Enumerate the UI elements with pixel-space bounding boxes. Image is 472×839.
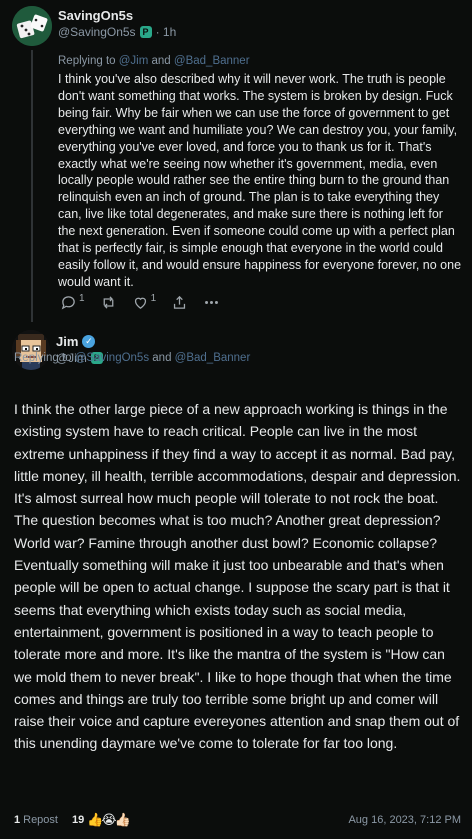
post1-handle[interactable]: @SavingOn5s (58, 25, 136, 39)
like-count: 1 (150, 293, 157, 304)
reply-and: and (152, 352, 172, 364)
mention-link[interactable]: @SavingOn5s (75, 352, 149, 364)
thread-line (31, 50, 33, 322)
post2-replying-to: Replying to @SavingOn5s and @Bad_Banner (14, 352, 250, 364)
post1-handle-row: @SavingOn5s P · 1h (58, 25, 176, 39)
reaction-emojis[interactable]: 👍😭👍🏻 (87, 812, 131, 828)
repost-count[interactable]: 1 (14, 814, 20, 826)
post-jim: Jim ✓ @Jim P Replying to @SavingOn5s and… (0, 324, 472, 839)
reaction-count[interactable]: 19 (72, 814, 84, 826)
like-button[interactable]: 1 (132, 293, 157, 311)
post-savingon5s: SavingOn5s @SavingOn5s P · 1h Replying t… (0, 0, 472, 324)
reply-prefix: Replying to (14, 352, 72, 364)
mention-link[interactable]: @Bad_Banner (174, 55, 250, 67)
post2-name-row: Jim ✓ (56, 334, 96, 349)
repost-icon (103, 296, 113, 309)
post1-display-name[interactable]: SavingOn5s (58, 8, 133, 23)
mention-link[interactable]: @Jim (119, 55, 149, 67)
post2-body: I think the other large piece of a new a… (14, 401, 461, 752)
share-button[interactable] (171, 294, 188, 311)
verified-check-icon: ✓ (82, 335, 96, 348)
reply-prefix: Replying to (58, 55, 116, 67)
reply-icon (61, 296, 75, 310)
post2-footer: 1 Repost 19 👍😭👍🏻 Aug 16, 2023, 7:12 PM (14, 812, 461, 828)
share-icon (174, 295, 186, 309)
reply-button[interactable]: 1 (60, 293, 85, 311)
avatar-dice[interactable] (12, 6, 52, 46)
more-icon (205, 301, 219, 304)
dice-avatar-icon (12, 6, 52, 46)
post1-body: I think you've also described why it wil… (58, 72, 462, 289)
reply-count: 1 (79, 293, 85, 304)
post2-display-name[interactable]: Jim (56, 334, 78, 349)
avatar-jim[interactable] (12, 330, 50, 370)
pixel-face-avatar-icon (12, 330, 50, 370)
post1-action-bar: 1 1 (60, 293, 235, 311)
post1-time: · 1h (155, 25, 177, 39)
reply-and: and (151, 55, 171, 67)
more-button[interactable] (203, 294, 220, 311)
post1-replying-to: Replying to @Jim and @Bad_Banner (58, 55, 250, 67)
post2-timestamp[interactable]: Aug 16, 2023, 7:12 PM (348, 814, 461, 826)
mention-link[interactable]: @Bad_Banner (175, 352, 251, 364)
repost-label[interactable]: Repost (23, 814, 58, 826)
repost-button[interactable] (100, 294, 117, 311)
p-badge-icon: P (139, 26, 152, 38)
heart-icon (134, 297, 146, 309)
